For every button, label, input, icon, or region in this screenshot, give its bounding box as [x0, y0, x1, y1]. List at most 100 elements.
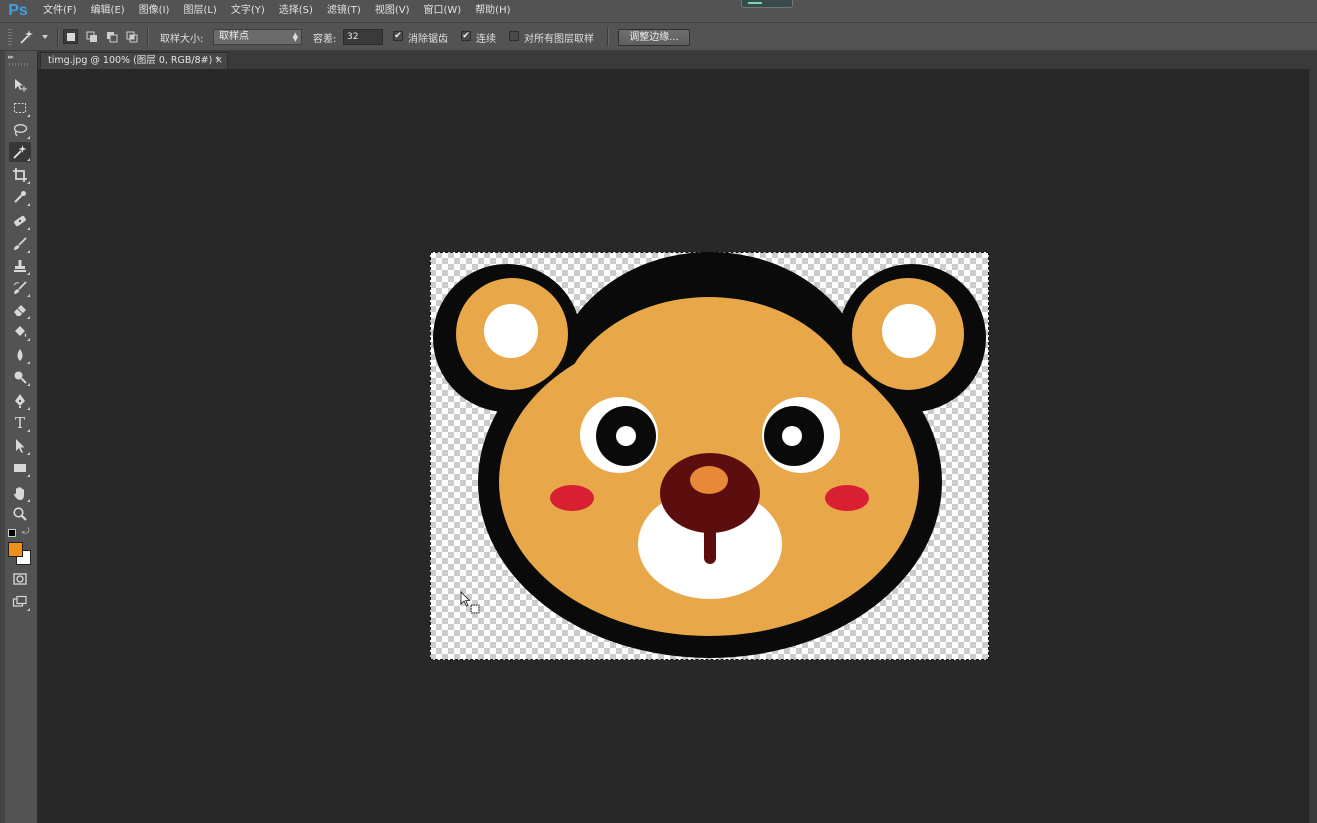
tolerance-input[interactable] [343, 29, 383, 45]
checkmark-icon: ✔ [462, 31, 470, 41]
screen-mode-button[interactable] [9, 592, 31, 612]
move-tool-icon [15, 79, 27, 92]
divider [57, 28, 59, 46]
clone-stamp-tool-icon [14, 260, 26, 272]
subtract-from-selection-button[interactable] [104, 29, 119, 44]
history-brush-tool-icon [13, 281, 27, 294]
checkmark-icon: ✔ [394, 31, 402, 41]
document-canvas[interactable] [430, 252, 989, 660]
menu-layer[interactable]: 图层(L) [176, 0, 223, 22]
magic-wand-cursor-icon [460, 591, 480, 614]
magic-wand-tool-icon [13, 145, 27, 159]
rectangle-tool[interactable] [9, 458, 31, 478]
zoom-tool-icon [13, 507, 27, 521]
marquee-tool-icon [14, 103, 26, 113]
pen-tool-icon [15, 394, 25, 408]
sample-all-layers-label: 对所有图层取样 [524, 34, 594, 45]
sample-size-value: 取样点 [219, 31, 249, 42]
blur-tool[interactable] [9, 345, 31, 365]
document-tab-title: timg.jpg @ 100% (图层 0, RGB/8#) * [48, 55, 221, 66]
anti-alias-checkbox[interactable]: ✔ [393, 31, 403, 41]
brush-tool[interactable] [9, 234, 31, 254]
add-to-selection-button[interactable] [84, 29, 99, 44]
tools-panel: ▸▸ T ⤾ [0, 51, 38, 823]
options-bar-grip[interactable] [8, 29, 12, 45]
document-tab[interactable]: timg.jpg @ 100% (图层 0, RGB/8#) * × [40, 52, 228, 69]
lasso-tool-icon [13, 124, 28, 137]
swap-colors-icon[interactable]: ⤾ [22, 527, 30, 537]
foreground-color-swatch[interactable] [8, 542, 23, 557]
document-tab-bar: timg.jpg @ 100% (图层 0, RGB/8#) * × [38, 51, 1317, 69]
add-selection-icon [86, 31, 97, 42]
quick-mask-icon [13, 573, 27, 585]
menu-image[interactable]: 图像(I) [132, 0, 177, 22]
divider [607, 28, 609, 46]
path-selection-tool-icon [16, 439, 25, 453]
pen-tool[interactable] [9, 391, 31, 411]
menu-view[interactable]: 视图(V) [368, 0, 417, 22]
sample-size-select[interactable]: 取样点 ▲ ▼ [213, 29, 302, 45]
menu-type[interactable]: 文字(Y) [224, 0, 272, 22]
intersect-selection-button[interactable] [124, 29, 139, 44]
hand-tool-icon [14, 487, 24, 500]
menu-select[interactable]: 选择(S) [272, 0, 320, 22]
brush-tool-icon [14, 237, 27, 250]
eyedropper-tool-icon [14, 191, 26, 203]
anti-alias-label: 消除锯齿 [408, 34, 448, 45]
blur-tool-icon [17, 349, 23, 361]
contiguous-checkbox[interactable]: ✔ [461, 31, 471, 41]
paint-bucket-tool-icon [15, 326, 27, 337]
menu-window[interactable]: 窗口(W) [416, 0, 468, 22]
chevron-down-icon [42, 35, 48, 39]
marquee-tool[interactable] [9, 98, 31, 118]
menu-help[interactable]: 帮助(H) [468, 0, 517, 22]
new-selection-button[interactable] [63, 29, 78, 44]
crop-tool-icon [13, 168, 27, 182]
new-selection-icon [66, 32, 75, 41]
contiguous-label: 连续 [476, 34, 496, 45]
history-brush-tool[interactable] [9, 278, 31, 298]
intersect-selection-icon [126, 31, 137, 42]
zoom-tool[interactable] [9, 504, 31, 524]
tools-panel-grip[interactable] [9, 63, 29, 66]
collapse-panel-icon[interactable]: ▸▸ [8, 53, 14, 61]
select-arrows-icon: ▲ ▼ [292, 31, 298, 43]
menu-filter[interactable]: 滤镜(T) [320, 0, 368, 22]
window-handle [741, 0, 793, 8]
move-tool[interactable] [9, 75, 31, 95]
refine-edge-button[interactable]: 调整边缘... [618, 29, 690, 46]
hand-tool[interactable] [9, 483, 31, 503]
dodge-tool[interactable] [9, 367, 31, 387]
right-panel-edge [1308, 69, 1317, 823]
tolerance-label: 容差: [313, 34, 337, 45]
close-tab-icon[interactable]: × [215, 53, 223, 69]
eraser-tool[interactable] [9, 300, 31, 320]
divider [147, 28, 149, 46]
menu-edit[interactable]: 编辑(E) [84, 0, 132, 22]
sample-size-label: 取样大小: [160, 34, 204, 45]
tool-preset-picker[interactable] [18, 27, 54, 47]
paint-bucket-tool[interactable] [9, 322, 31, 342]
type-tool-icon: T [14, 414, 25, 432]
crop-tool[interactable] [9, 165, 31, 185]
lasso-tool[interactable] [9, 120, 31, 140]
eraser-tool-icon [14, 305, 26, 316]
quick-mask-button[interactable] [9, 569, 31, 589]
healing-brush-tool[interactable] [9, 211, 31, 231]
dodge-tool-icon [14, 371, 27, 384]
bear-face-image [433, 252, 986, 658]
subtract-selection-icon [106, 31, 117, 42]
eyedropper-tool[interactable] [9, 187, 31, 207]
menu-file[interactable]: 文件(F) [36, 0, 84, 22]
screen-mode-icon [12, 595, 27, 607]
default-colors-icon[interactable] [8, 529, 16, 537]
type-tool[interactable]: T [9, 413, 31, 433]
menu-bar: Ps 文件(F) 编辑(E) 图像(I) 图层(L) 文字(Y) 选择(S) 滤… [0, 0, 1317, 22]
healing-brush-tool-icon [14, 215, 26, 227]
sample-all-layers-checkbox[interactable] [509, 31, 519, 41]
clone-stamp-tool[interactable] [9, 256, 31, 276]
magic-wand-tool[interactable] [9, 142, 31, 162]
path-selection-tool[interactable] [9, 436, 31, 456]
magic-wand-icon [20, 30, 33, 44]
photoshop-logo: Ps [8, 2, 28, 19]
